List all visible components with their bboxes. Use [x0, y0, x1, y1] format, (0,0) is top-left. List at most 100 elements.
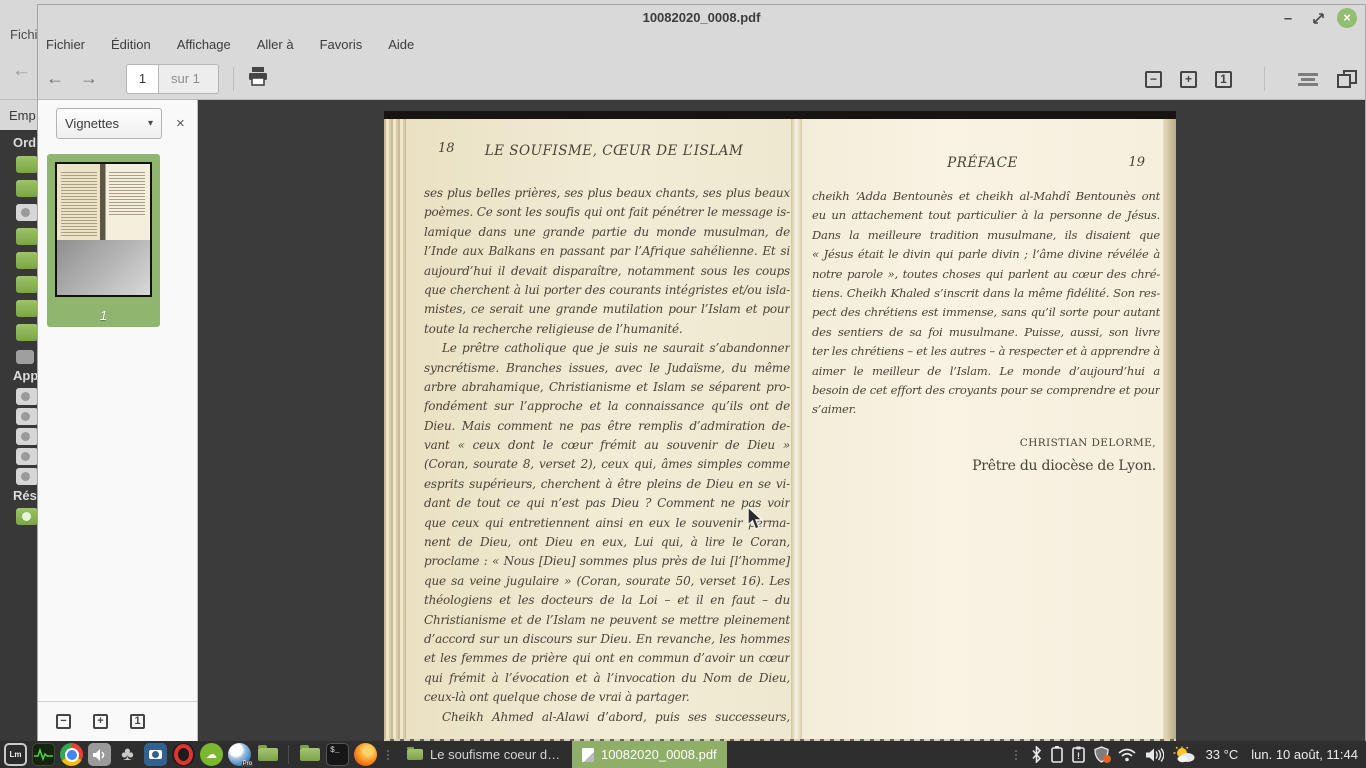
sidebar-zoom-in-button[interactable]: +	[93, 714, 108, 729]
wifi-icon[interactable]	[1118, 748, 1136, 762]
cloud-app-icon[interactable]: ☁	[200, 743, 223, 766]
paragraph: ses plus belles prières, ses plus beaux …	[424, 184, 790, 339]
titlebar[interactable]: 10082020_0008.pdf – ×	[38, 5, 1365, 31]
book-text-line: syncrétisme. Branches issues, avec le Ju…	[424, 360, 790, 375]
scanned-book-page: 18 LE SOUFISME, CŒUR DE L’ISLAM ses plus…	[384, 111, 1176, 741]
system-monitor-icon[interactable]	[32, 743, 55, 766]
chrome-icon[interactable]	[60, 743, 83, 766]
battery-icon[interactable]	[1050, 746, 1063, 763]
book-text-line: « Jésus était le divin qui parle divin ;…	[812, 247, 1160, 262]
device-disk-icon[interactable]	[16, 468, 37, 485]
bg-places-label: Emp	[9, 108, 36, 123]
thumbnail-gray-area	[57, 239, 150, 295]
weather-icon[interactable]	[1173, 746, 1197, 763]
previous-page-button[interactable]: ←	[38, 68, 72, 89]
folder-launcher-icon[interactable]	[298, 743, 321, 766]
zoom-in-button[interactable]: +	[1180, 70, 1197, 88]
desktop: Fichie ← Emp Ord App Rés 10082020_0008.p…	[0, 0, 1366, 768]
zoom-out-button[interactable]: −	[1145, 70, 1162, 88]
book-text-line: esprits supérieurs, cherchent à être ple…	[424, 476, 790, 491]
book-text-line: cheikh ‘Adda Bentounès et cheikh al-Mahd…	[812, 189, 1160, 203]
book-text-line: des sentiers de sa foi musulmane. Puisse…	[812, 324, 1160, 339]
volume-icon[interactable]	[1145, 747, 1164, 763]
network-icon[interactable]	[16, 508, 37, 525]
book-text-line: Christianisme et de l’Islam ne peuvent s…	[424, 612, 790, 627]
pictures-folder-icon[interactable]	[16, 300, 37, 317]
system-tray: ! 33 °C lun. 10 août, 11:44	[1011, 741, 1366, 768]
taskbar-window-pdf-active[interactable]: 10082020_0008.pdf	[572, 741, 727, 768]
screenshot-tool-icon[interactable]	[144, 743, 167, 766]
menu-favoris[interactable]: Favoris	[320, 37, 363, 52]
menu-fichier[interactable]: Fichier	[46, 37, 85, 52]
launcher-separator	[288, 745, 289, 764]
videos-folder-icon[interactable]	[16, 324, 37, 341]
card-game-clubs-icon[interactable]: ♣	[116, 743, 139, 766]
volume-app-icon[interactable]	[88, 743, 111, 766]
update-manager-shield-icon[interactable]	[1093, 746, 1111, 763]
pdf-viewer-window: 10082020_0008.pdf – × Fichier Édition Af…	[37, 4, 1366, 741]
toolbar-right-group: − + 1	[1145, 58, 1357, 100]
page-number-input[interactable]	[126, 63, 159, 94]
music-folder-icon[interactable]	[16, 276, 37, 293]
restore-button[interactable]	[1307, 8, 1329, 28]
book-text-line: et les femmes de prière qui ont en commu…	[424, 651, 790, 666]
folder-icon[interactable]	[16, 180, 37, 197]
menu-edition[interactable]: Édition	[111, 37, 151, 52]
bluetooth-icon[interactable]	[1031, 746, 1042, 763]
book-text-line: que cherchent à lui porter des courants …	[424, 282, 790, 297]
menu-affichage[interactable]: Affichage	[177, 37, 231, 52]
bg-section-reseau: Rés	[13, 488, 37, 503]
mint-menu-icon[interactable]: Lm	[4, 743, 27, 766]
book-text-line: notre parole », toutes choses qui parlen…	[812, 266, 1160, 281]
next-page-button[interactable]: →	[72, 68, 106, 89]
device-disk-icon[interactable]	[16, 388, 37, 405]
sidebar-mode-label: Vignettes	[65, 116, 119, 131]
menu-aide[interactable]: Aide	[388, 37, 414, 52]
book-text-line: ter les chrétiens – et les autres – à re…	[812, 344, 1160, 359]
sidebar-mode-dropdown[interactable]: Vignettes ▾	[56, 108, 162, 139]
book-text-line: tiens. Cheikh Khaled s’inscrit dans la m…	[812, 285, 1160, 300]
scan-black-edge	[384, 111, 1176, 119]
device-disk-icon[interactable]	[16, 408, 37, 425]
documents-folder-icon[interactable]	[16, 228, 37, 245]
home-folder-icon[interactable]	[16, 156, 37, 173]
downloads-folder-icon[interactable]	[16, 252, 37, 269]
bg-section-ordinateur: Ord	[13, 135, 37, 150]
document-viewer[interactable]: 18 LE SOUFISME, CŒUR DE L’ISLAM ses plus…	[198, 100, 1365, 741]
bg-back-arrow-icon[interactable]: ←	[12, 60, 31, 82]
sidebar-zoom-out-button[interactable]: −	[56, 714, 71, 729]
zoom-normal-button[interactable]: 1	[1215, 70, 1232, 88]
temperature-label[interactable]: 33 °C	[1206, 747, 1239, 762]
device-disk-icon[interactable]	[16, 448, 37, 465]
terminal-icon[interactable]: $_	[326, 743, 349, 766]
device-disk-icon[interactable]	[16, 428, 37, 445]
page-total-label: sur 1	[159, 63, 219, 94]
files-launcher-icon[interactable]	[256, 743, 279, 766]
thumbnail-book-spread	[57, 164, 150, 240]
book-text-line: toute la recherche religieuse de l’human…	[424, 321, 683, 336]
close-button[interactable]: ×	[1337, 8, 1357, 28]
menu-aller-a[interactable]: Aller à	[257, 37, 294, 52]
folder-icon	[407, 747, 423, 760]
book-page-18: 18 LE SOUFISME, CŒUR DE L’ISLAM ses plus…	[406, 119, 791, 741]
continuous-view-button[interactable]	[1297, 72, 1319, 86]
print-button[interactable]	[248, 66, 268, 91]
sidebar-close-icon[interactable]: ×	[176, 115, 185, 132]
minimize-button[interactable]: –	[1277, 8, 1299, 28]
google-earth-pro-icon[interactable]: Pro	[228, 743, 253, 767]
firefox-icon[interactable]	[354, 743, 377, 766]
sidebar-footer: − + 1	[38, 701, 197, 741]
taskbar-window-nemo[interactable]: Le soufisme coeur de l...	[397, 741, 572, 768]
clipboard-alert-icon[interactable]: !	[1071, 746, 1085, 763]
thumbnail-page-1-selected[interactable]: 1	[47, 154, 160, 327]
sidebar-zoom-normal-button[interactable]: 1	[130, 714, 145, 729]
page-right-edge	[1163, 119, 1176, 741]
disk-icon[interactable]	[16, 204, 37, 221]
svg-text:!: !	[1077, 751, 1080, 761]
clock[interactable]: lun. 10 août, 11:44	[1251, 747, 1358, 762]
opera-icon[interactable]	[172, 743, 195, 766]
book-text-line: que ceux qui entretiennent ainsi en eux …	[424, 515, 790, 530]
running-header-right: PRÉFACE	[947, 155, 1018, 171]
dual-page-view-button[interactable]	[1337, 70, 1357, 88]
trash-icon[interactable]	[16, 350, 34, 364]
